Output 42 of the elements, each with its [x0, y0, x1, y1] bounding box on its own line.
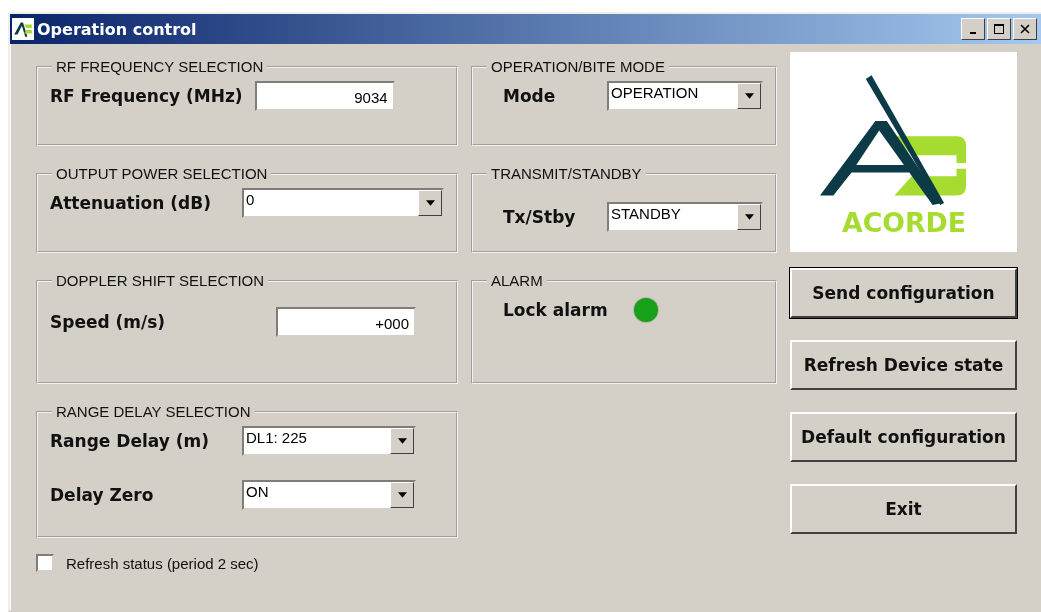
field-label: Lock alarm — [503, 300, 608, 320]
field-label: RF Frequency (MHz) — [50, 86, 243, 106]
caret-icon — [397, 492, 407, 498]
field-label: Speed (m/s) — [50, 312, 167, 332]
window-title: Operation control — [37, 19, 198, 39]
dropdown[interactable]: STANDBY — [607, 202, 763, 232]
caret-icon — [425, 200, 435, 206]
caret-icon — [744, 93, 754, 99]
action-button[interactable]: Refresh Device state — [790, 340, 1017, 390]
checkbox-label: Refresh status (period 2 sec) — [66, 554, 259, 572]
close-icon — [1020, 24, 1030, 34]
dropdown[interactable]: ON — [242, 480, 416, 510]
action-button[interactable]: Send configuration — [790, 268, 1017, 318]
field-label: Mode — [503, 86, 557, 106]
dropdown[interactable]: OPERATION — [607, 81, 763, 111]
close-button[interactable] — [1013, 18, 1037, 40]
action-button[interactable]: Exit — [790, 484, 1017, 534]
group-title: RANGE DELAY SELECTION — [55, 403, 252, 420]
company-logo: ACORDE — [790, 52, 1017, 252]
maximize-button[interactable] — [987, 18, 1011, 40]
minimize-icon — [970, 32, 976, 34]
input-field[interactable]: 9034 — [254, 81, 395, 111]
caret-icon — [397, 438, 407, 444]
group-title: ALARM — [490, 272, 544, 289]
caret-icon — [744, 214, 754, 220]
dropdown[interactable]: DL1: 225 — [242, 426, 416, 456]
field-label: Attenuation (dB) — [50, 193, 212, 213]
action-button[interactable]: Default configuration — [790, 412, 1017, 462]
minimize-button[interactable] — [961, 18, 985, 40]
checkbox[interactable] — [36, 554, 54, 572]
input-field[interactable]: +000 — [276, 307, 416, 337]
group-title: OPERATION/BITE MODE — [490, 58, 666, 75]
field-label: Delay Zero — [50, 485, 155, 505]
group-title: TRANSMIT/STANDBY — [490, 165, 643, 182]
logo-icon — [12, 18, 34, 40]
maximize-icon — [994, 24, 1004, 34]
group-title: OUTPUT POWER SELECTION — [55, 165, 269, 182]
group-title: DOPPLER SHIFT SELECTION — [55, 272, 266, 289]
field-label: Tx/Stby — [503, 207, 577, 227]
field-label: Range Delay (m) — [50, 431, 210, 451]
dropdown[interactable]: 0 — [242, 188, 444, 218]
group-title: RF FREQUENCY SELECTION — [55, 58, 265, 75]
